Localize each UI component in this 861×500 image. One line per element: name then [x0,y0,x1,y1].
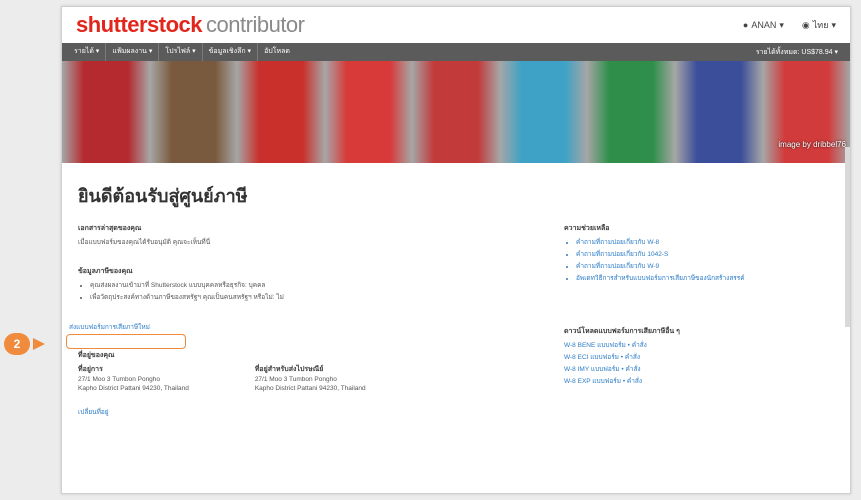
help-heading: ความช่วยเหลือ [564,225,610,232]
book-spine [62,61,150,163]
step-badge: 2 [4,333,30,355]
step-arrow-icon [33,338,45,350]
change-address-link[interactable]: เปลี่ยนที่อยู่ [78,407,538,417]
download-w8-imy[interactable]: W-8 IMY แบบฟอร์ม • คำสั่ง [564,364,804,374]
documents-section: เอกสารล่าสุดของคุณ เมื่อแบบฟอร์มของคุณได… [78,223,378,249]
logo-sub: contributor [206,12,305,37]
nav-label: แฟ้มผลงาน [112,48,147,55]
tax-info-entity: คุณส่งผลงานเข้ามาที่ Shutterstock แบบบุค… [90,280,398,290]
book-spine [324,61,413,163]
nav-item-earnings[interactable]: รายได้ ▾ [68,43,107,61]
chevron-down-icon: ▾ [779,19,784,30]
nav-item-portfolio[interactable]: แฟ้มผลงาน ▾ [106,43,160,61]
page-title: ยินดีต้อนรับสู่ศูนย์ภาษี [78,186,248,206]
address-heading: ที่อยู่ของคุณ [78,352,115,359]
book-spine [674,61,763,163]
help-section: ความช่วยเหลือ คำถามที่ถามบ่อยเกี่ยวกับ W… [564,223,804,285]
downloads-heading: ดาวน์โหลดแบบฟอร์มการเสียภาษีอื่น ๆ [564,328,680,335]
download-w8-eci[interactable]: W-8 ECI แบบฟอร์ม • คำสั่ง [564,352,804,362]
help-link-1042s[interactable]: คำถามที่ถามบ่อยเกี่ยวกับ 1042-S [576,249,804,259]
download-w8-exp[interactable]: W-8 EXP แบบฟอร์ม • คำสั่ง [564,376,804,386]
nav-item-upload[interactable]: อัปโหลด [258,43,296,61]
language-menu[interactable]: ◉ ไทย ▾ [802,18,836,32]
link-highlight [66,334,186,349]
user-menu[interactable]: ● ANAN ▾ [743,18,784,32]
language-label: ไทย [812,20,829,30]
book-spine [237,61,325,163]
user-name: ANAN [751,20,777,30]
user-icon: ● [742,20,749,30]
banner-image: image by dribbel76 [62,61,850,163]
browser-frame: shutterstock contributor ● ANAN ▾ ◉ ไทย ▾ ราย… [61,6,851,494]
help-link-w9[interactable]: คำถามที่ถามบ่อยเกี่ยวกับ W-9 [576,261,804,271]
downloads-section: ดาวน์โหลดแบบฟอร์มการเสียภาษีอื่น ๆ W-8 B… [564,326,804,388]
banner-credit: image by dribbel76 [778,140,846,149]
documents-text: เมื่อแบบฟอร์มของคุณได้รับอนุมัติ คุณจะเห… [78,239,211,246]
earnings-label: รายได้ทั้งหมด: US$78.94 [755,48,833,56]
logo[interactable]: shutterstock contributor [76,12,305,38]
nav-label: อัปโหลด [264,48,290,55]
download-w8-bene[interactable]: W-8 BENE แบบฟอร์ม • คำสั่ง [564,340,804,350]
new-tax-form-link-label: ส่งแบบฟอร์มการเสียภาษีใหม่ [69,324,150,331]
nav-label: รายได้ [74,48,94,55]
nav-earnings-total[interactable]: รายได้ทั้งหมด: US$78.94 ▾ [750,47,844,58]
tax-info-us-person: เพื่อวัตถุประสงค์ทางด้านภาษีของสหรัฐฯ คุ… [90,292,398,302]
book-spine [412,61,500,163]
mailing-address-line: 27/1 Moo 3 Tumbon Pongho [254,376,337,383]
help-link-update[interactable]: อัพเดทวิธีการสำหรับแบบฟอร์มการเสียภาษีขอ… [576,273,804,283]
main-nav: รายได้ ▾ แฟ้มผลงาน ▾ โปรไฟล์ ▾ ข้อมูลเชิ… [62,43,850,61]
address-section: ที่อยู่ของคุณ ที่อยู่การ 27/1 Moo 3 Tumb… [78,350,538,417]
chevron-down-icon: ▾ [831,19,836,30]
nav-item-profile[interactable]: โปรไฟล์ ▾ [159,43,203,61]
nav-label: ข้อมูลเชิงลึก [208,48,246,55]
main-content: ยินดีต้อนรับสู่ศูนย์ภาษี เอกสารล่าสุดของ… [62,163,850,493]
mailing-address-line: Kapho District Pattani 94230, Thailand [254,385,366,392]
nav-label: โปรไฟล์ [165,48,191,55]
home-address: ที่อยู่การ 27/1 Moo 3 Tumbon Pongho Kaph… [78,364,189,394]
tax-info-section: ข้อมูลภาษีของคุณ คุณส่งผลงานเข้ามาที่ Sh… [78,266,398,304]
mailing-address: ที่อยู่สำหรับส่งไปรษณีย์ 27/1 Moo 3 Tumb… [255,364,366,394]
book-spine [149,61,238,163]
top-right-menu: ● ANAN ▾ ◉ ไทย ▾ [743,18,836,32]
book-spine [587,61,675,163]
documents-heading: เอกสารล่าสุดของคุณ [78,225,142,232]
book-spine [499,61,588,163]
home-address-line: Kapho District Pattani 94230, Thailand [78,385,189,392]
tax-info-heading: ข้อมูลภาษีของคุณ [78,268,133,275]
globe-icon: ◉ [801,19,810,30]
scrollbar[interactable] [845,147,850,327]
logo-brand: shutterstock [76,12,203,37]
mailing-address-label: ที่อยู่สำหรับส่งไปรษณีย์ [254,366,324,373]
new-tax-form-link[interactable]: ส่งแบบฟอร์มการเสียภาษีใหม่ [69,322,150,332]
home-address-label: ที่อยู่การ [78,366,103,373]
help-link-w8[interactable]: คำถามที่ถามบ่อยเกี่ยวกับ W-8 [576,237,804,247]
nav-item-insights[interactable]: ข้อมูลเชิงลึก ▾ [203,43,259,61]
home-address-line: 27/1 Moo 3 Tumbon Pongho [78,376,161,383]
top-bar: shutterstock contributor ● ANAN ▾ ◉ ไทย ▾ [62,7,850,43]
